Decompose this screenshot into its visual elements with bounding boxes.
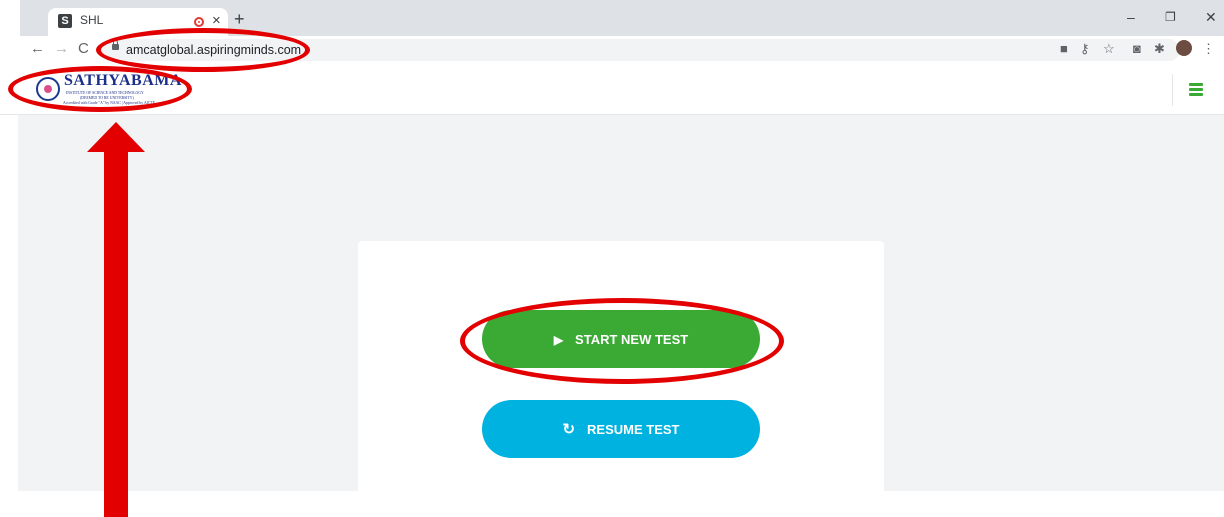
- arrow-shaft: [104, 150, 128, 517]
- resume-test-button[interactable]: ↻ RESUME TEST: [482, 400, 760, 458]
- profile-avatar[interactable]: [1176, 40, 1192, 56]
- refresh-icon: ↻: [562, 421, 576, 438]
- reload-button[interactable]: C: [78, 40, 89, 58]
- browser-menu-icon[interactable]: ⋮: [1202, 40, 1215, 58]
- resume-test-label: RESUME TEST: [587, 422, 680, 437]
- restore-button[interactable]: ❐: [1165, 10, 1176, 24]
- logo-highlight-ellipse: [8, 66, 192, 112]
- left-margin: [0, 115, 18, 491]
- arrow-head-icon: [87, 122, 145, 152]
- close-window-button[interactable]: ✕: [1205, 9, 1217, 26]
- window-edge: [0, 0, 20, 36]
- extensions-icon[interactable]: ✱: [1154, 40, 1165, 58]
- bookmark-star-icon[interactable]: ☆: [1103, 40, 1115, 58]
- minimize-button[interactable]: –: [1127, 9, 1135, 25]
- shl-favicon-icon: S: [58, 14, 72, 28]
- camera-icon[interactable]: ■: [1060, 40, 1068, 58]
- tab-title: SHL: [80, 13, 104, 27]
- screenshot-icon[interactable]: ◙: [1133, 40, 1141, 58]
- back-button[interactable]: ←: [30, 40, 45, 58]
- toolbar-icons: ■ ⚷ ☆ ◙ ✱ ⋮: [1060, 40, 1220, 60]
- forward-button[interactable]: →: [54, 40, 69, 58]
- start-button-highlight-ellipse: [460, 298, 784, 384]
- header-divider: [1172, 74, 1173, 106]
- close-tab-icon[interactable]: ×: [212, 12, 221, 29]
- recording-indicator-icon: [194, 17, 204, 27]
- key-icon[interactable]: ⚷: [1080, 40, 1090, 58]
- url-highlight-ellipse: [96, 28, 310, 72]
- hamburger-menu-icon[interactable]: [1189, 83, 1203, 96]
- new-tab-button[interactable]: +: [234, 10, 245, 28]
